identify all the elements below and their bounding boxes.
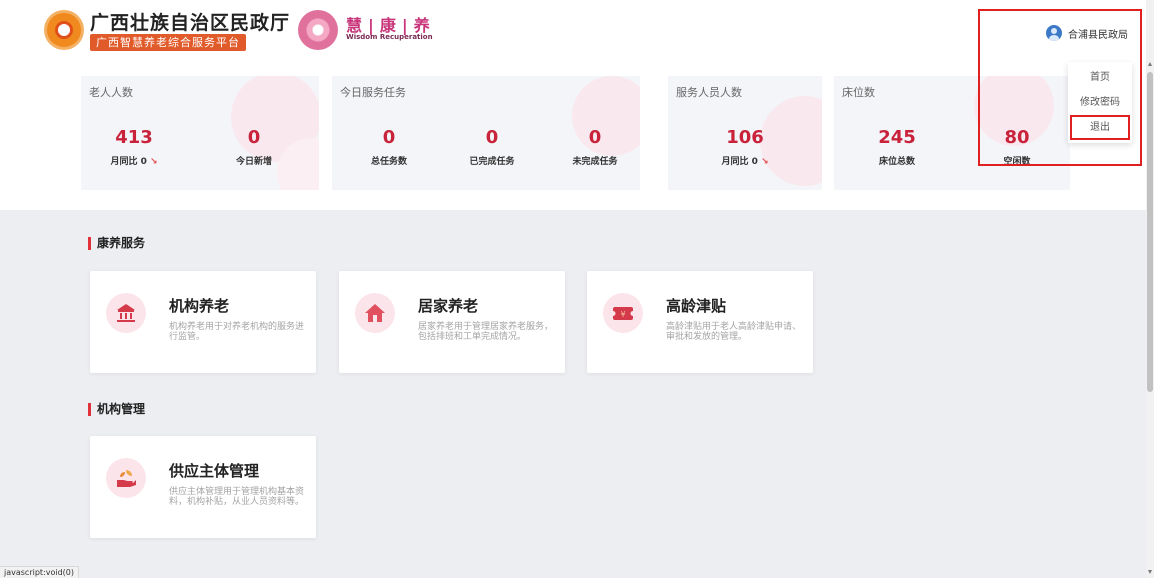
card-title: 高龄津贴 — [666, 297, 727, 315]
metric-label: 总任务数 — [370, 157, 407, 167]
metric-value: 0 — [588, 127, 602, 148]
brand-flower-icon — [298, 10, 338, 50]
menu-item-home[interactable]: 首页 — [1068, 65, 1132, 90]
card-home-care[interactable]: 居家养老 居家养老用于管理居家养老服务，包括排班和工单完成情况。 — [339, 271, 565, 373]
metric-staff-total: 106 月同比 0 ↘ — [690, 127, 800, 168]
down-trend-icon: ↘ — [150, 157, 158, 167]
metric-elderly-new: 0 今日新增 — [199, 127, 309, 168]
org-title: 广西壮族自治区民政厅 — [90, 12, 291, 34]
menu-item-logout[interactable]: 退出 — [1070, 115, 1130, 140]
stat-title-tasks: 今日服务任务 — [340, 86, 406, 99]
card-description: 供应主体管理用于管理机构基本资料，机构补贴，从业人员资料等。 — [169, 487, 305, 507]
metric-value: 0 — [247, 127, 261, 148]
metric-value: 106 — [726, 127, 764, 148]
civil-affairs-emblem-icon — [44, 10, 84, 50]
card-senior-allowance[interactable]: ¥ 高龄津贴 高龄津贴用于老人高龄津贴申请、审批和发放的管理。 — [587, 271, 813, 373]
card-supplier-management[interactable]: 供应主体管理 供应主体管理用于管理机构基本资料，机构补贴，从业人员资料等。 — [90, 436, 316, 538]
metric-tasks-total: 0 总任务数 — [334, 127, 444, 168]
card-title: 机构养老 — [169, 297, 230, 315]
avatar — [1046, 25, 1062, 41]
hand-plant-icon — [106, 458, 146, 498]
stat-card-elderly: 老人人数 413 月同比 0 ↘ 0 今日新增 — [81, 76, 319, 190]
stat-title-beds: 床位数 — [842, 86, 875, 99]
browser-status-bar: javascript:void(0) — [0, 566, 80, 578]
metric-beds-total: 245 床位总数 — [842, 127, 952, 168]
scroll-down-arrow-icon[interactable] — [1148, 570, 1152, 574]
metric-value: 413 — [115, 127, 153, 148]
institution-icon — [106, 293, 146, 333]
org-subtitle: 广西智慧养老综合服务平台 — [90, 34, 246, 51]
card-description: 高龄津贴用于老人高龄津贴申请、审批和发放的管理。 — [666, 322, 802, 342]
metric-value: 80 — [1004, 127, 1030, 148]
user-name: 合浦县民政局 — [1068, 29, 1128, 41]
user-dropdown-menu: 首页 修改密码 退出 — [1068, 62, 1132, 143]
stat-title-staff: 服务人员人数 — [676, 86, 742, 99]
metric-label: 空闲数 — [1003, 157, 1031, 167]
metric-value: 245 — [878, 127, 916, 148]
card-description: 机构养老用于对养老机构的服务进行监管。 — [169, 322, 305, 342]
ticket-icon: ¥ — [603, 293, 643, 333]
metric-label: 今日新增 — [235, 157, 272, 167]
stat-title-elderly: 老人人数 — [89, 86, 133, 99]
card-title: 供应主体管理 — [169, 462, 260, 480]
metric-beds-vacant: 80 空闲数 — [962, 127, 1070, 168]
menu-item-change-password[interactable]: 修改密码 — [1068, 90, 1132, 115]
home-icon — [355, 293, 395, 333]
metric-label: 床位总数 — [878, 157, 915, 167]
user-menu-trigger[interactable]: 合浦县民政局 — [1046, 24, 1128, 42]
metric-label: 月同比 0 — [721, 157, 758, 167]
metric-tasks-completed: 0 已完成任务 — [437, 127, 547, 168]
metric-label: 月同比 0 — [110, 157, 147, 167]
card-description: 居家养老用于管理居家养老服务，包括排班和工单完成情况。 — [418, 322, 554, 342]
scroll-up-arrow-icon[interactable] — [1148, 62, 1152, 66]
svg-text:¥: ¥ — [620, 310, 625, 319]
stat-card-tasks: 今日服务任务 0 总任务数 0 已完成任务 0 未完成任务 — [332, 76, 640, 190]
section-title-wellness: 康养服务 — [88, 237, 145, 250]
card-institutional-care[interactable]: 机构养老 机构养老用于对养老机构的服务进行监管。 — [90, 271, 316, 373]
header: 广西壮族自治区民政厅 广西智慧养老综合服务平台 慧|康|养 Wisdom Rec… — [0, 0, 1146, 58]
metric-tasks-pending: 0 未完成任务 — [540, 127, 640, 168]
stat-card-staff: 服务人员人数 106 月同比 0 ↘ — [668, 76, 822, 190]
down-trend-icon: ↘ — [761, 157, 769, 167]
vertical-scrollbar[interactable] — [1146, 0, 1154, 578]
stat-card-beds: 床位数 245 床位总数 80 空闲数 — [834, 76, 1070, 190]
metric-value: 0 — [485, 127, 499, 148]
metric-elderly-total: 413 月同比 0 ↘ — [81, 127, 189, 168]
metric-label: 已完成任务 — [469, 157, 515, 167]
metric-label: 未完成任务 — [572, 157, 618, 167]
card-title: 居家养老 — [418, 297, 479, 315]
scrollbar-thumb[interactable] — [1147, 72, 1153, 392]
brand-english: Wisdom Recuperation — [346, 33, 433, 41]
metric-value: 0 — [382, 127, 396, 148]
section-title-institution-mgmt: 机构管理 — [88, 403, 145, 416]
